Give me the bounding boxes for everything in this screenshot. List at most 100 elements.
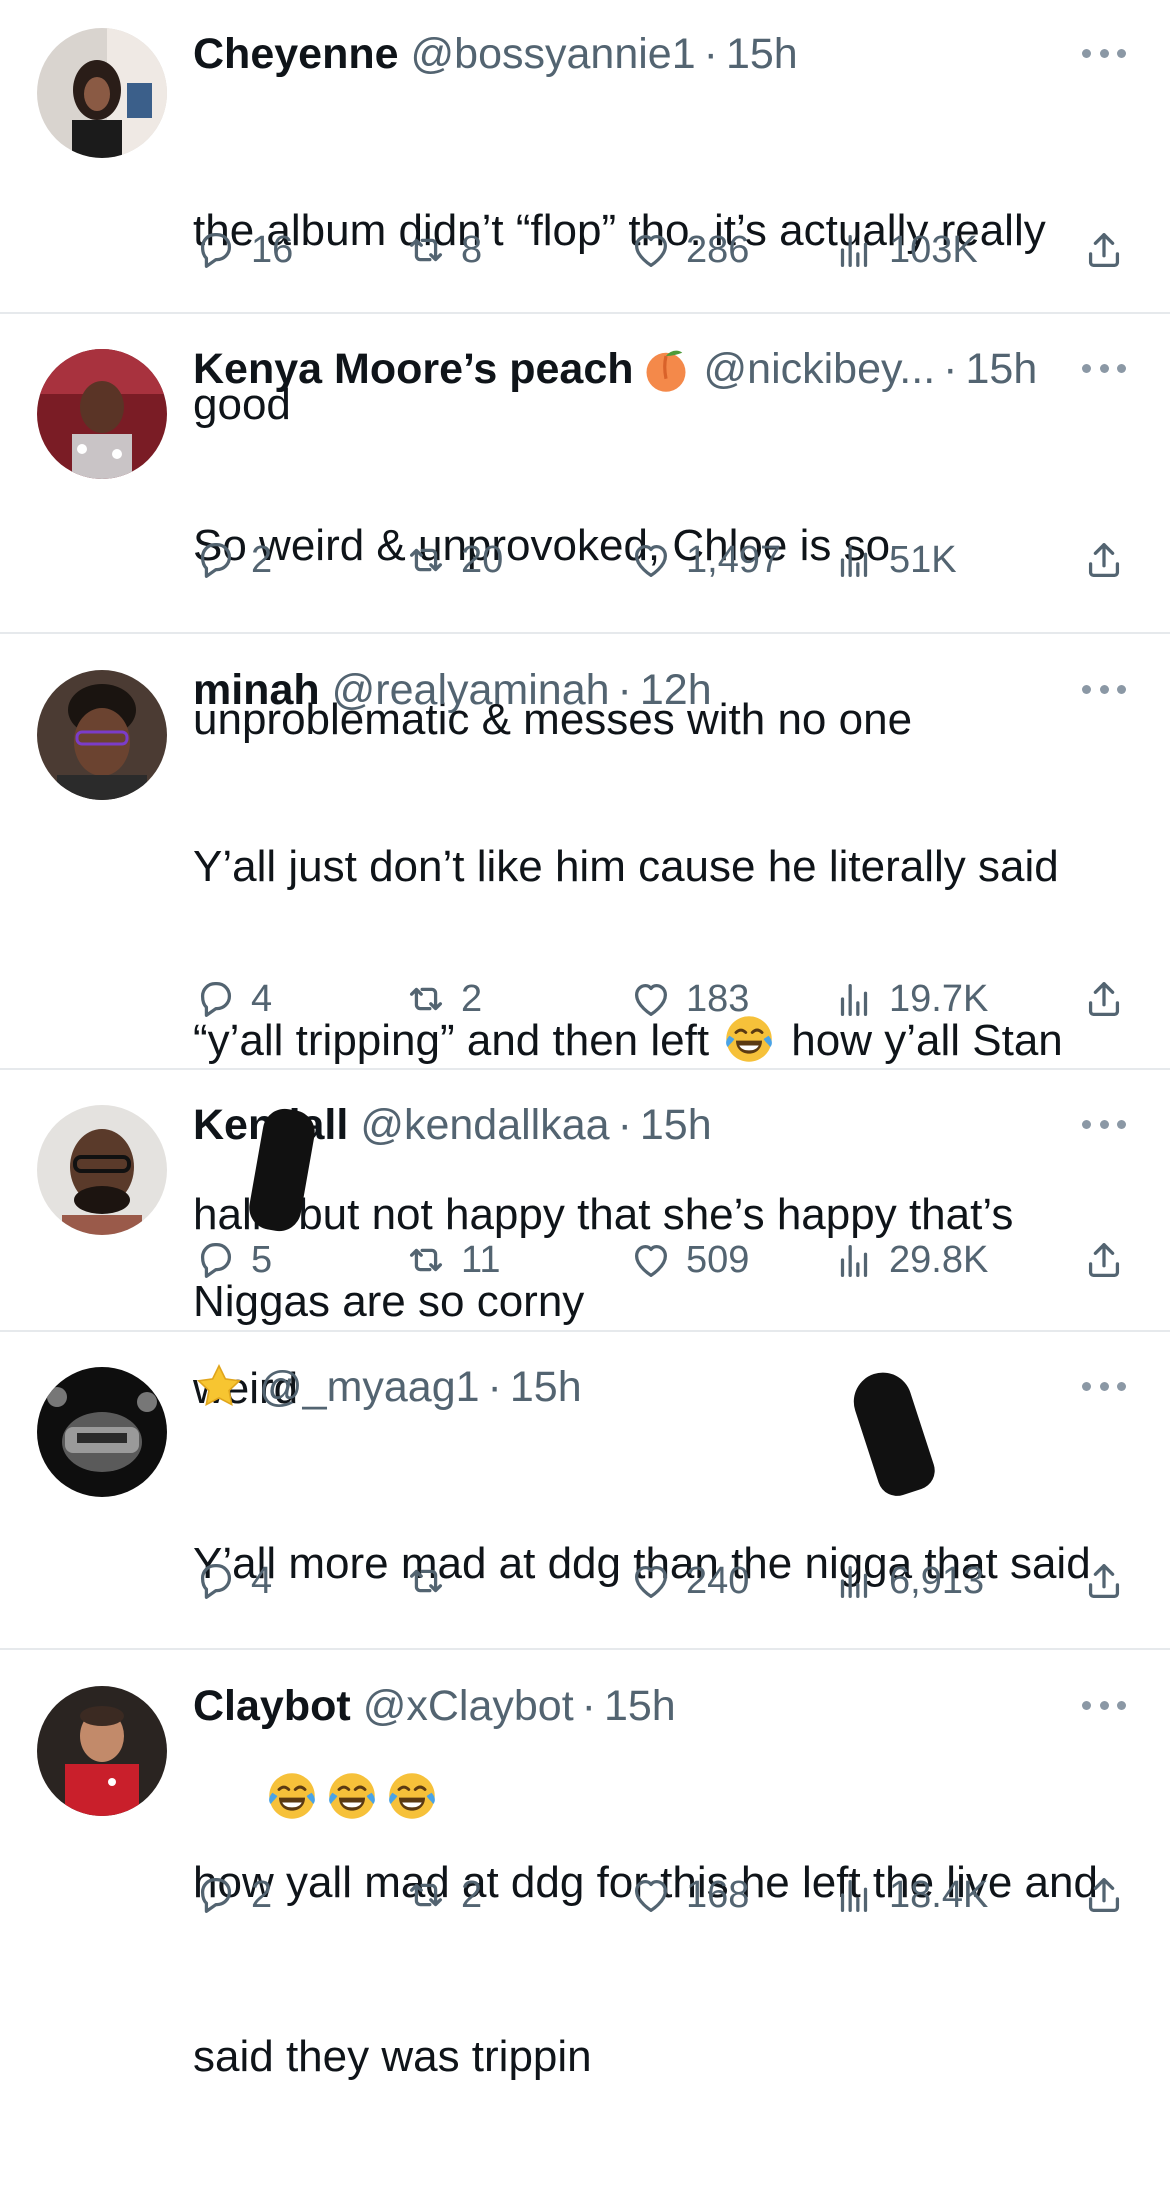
like-count: 286 [686, 228, 750, 271]
share-button[interactable] [1081, 969, 1139, 1029]
avatar[interactable] [37, 28, 167, 158]
more-icon[interactable] [1082, 682, 1126, 696]
retweet-count: 2 [461, 1873, 483, 1916]
views-button[interactable]: 6,913 [831, 1551, 984, 1611]
display-name[interactable]: Cheyenne [193, 28, 399, 80]
retweet-icon [403, 227, 449, 273]
retweet-icon [403, 1558, 449, 1604]
heart-icon [628, 976, 674, 1022]
tweet-actions: 2 20 1,497 51K [193, 530, 1133, 590]
separator-dot: · [487, 1363, 502, 1411]
share-icon [1081, 227, 1127, 273]
share-icon [1081, 976, 1127, 1022]
reply-button[interactable]: 16 [193, 220, 293, 280]
more-icon[interactable] [1082, 1698, 1126, 1712]
retweet-count: 11 [461, 1238, 501, 1281]
reply-button[interactable]: 2 [193, 530, 272, 590]
reply-count: 2 [251, 1873, 273, 1916]
tweet-actions: 16 8 286 103K [193, 220, 1133, 280]
view-count: 29.8K [889, 1238, 989, 1281]
reply-button[interactable]: 4 [193, 969, 272, 1029]
user-handle[interactable]: @nickibey... [704, 343, 936, 395]
more-icon[interactable] [1082, 1379, 1126, 1393]
retweet-button[interactable]: 11 [403, 1230, 500, 1290]
retweet-button[interactable]: 2 [403, 969, 482, 1029]
tweet-text-line: said they was trippin [193, 2032, 592, 2081]
display-name[interactable]: Kenya Moore’s peach [193, 343, 634, 395]
reply-button[interactable]: 5 [193, 1230, 272, 1290]
timestamp[interactable]: 12h [640, 664, 712, 716]
timestamp[interactable]: 15h [510, 1361, 582, 1413]
reply-button[interactable]: 4 [193, 1551, 272, 1611]
tweet-actions: 5 11 509 29.8K [193, 1230, 1133, 1290]
reply-icon [193, 976, 239, 1022]
reply-icon [193, 1237, 239, 1283]
retweet-button[interactable]: 2 [403, 1865, 482, 1925]
reply-icon [193, 1558, 239, 1604]
more-icon[interactable] [1082, 46, 1126, 60]
view-count: 19.7K [889, 977, 989, 1020]
timestamp[interactable]: 15h [965, 343, 1037, 395]
views-icon [831, 1558, 877, 1604]
retweet-button[interactable]: 8 [403, 220, 482, 280]
share-button[interactable] [1081, 530, 1139, 590]
timestamp[interactable]: 15h [640, 1099, 712, 1151]
reply-icon [193, 1872, 239, 1918]
avatar[interactable] [37, 1105, 167, 1235]
views-button[interactable]: 29.8K [831, 1230, 988, 1290]
views-button[interactable]: 18.4K [831, 1865, 988, 1925]
views-icon [831, 976, 877, 1022]
views-button[interactable]: 103K [831, 220, 978, 280]
avatar[interactable] [37, 1367, 167, 1497]
more-icon[interactable] [1082, 361, 1126, 375]
star-emoji-icon [193, 1361, 245, 1413]
peach-emoji-icon [640, 343, 692, 395]
avatar[interactable] [37, 1686, 167, 1816]
separator-dot: · [943, 345, 958, 393]
user-handle[interactable]: @realyaminah [332, 664, 610, 716]
share-button[interactable] [1081, 1865, 1139, 1925]
reply-count: 5 [251, 1238, 273, 1281]
retweet-button[interactable]: 20 [403, 530, 503, 590]
user-handle[interactable]: @xClaybot [363, 1680, 574, 1732]
display-name[interactable]: minah [193, 664, 320, 716]
view-count: 6,913 [889, 1559, 985, 1602]
share-button[interactable] [1081, 220, 1139, 280]
more-icon[interactable] [1082, 1117, 1126, 1131]
share-icon [1081, 1872, 1127, 1918]
views-button[interactable]: 19.7K [831, 969, 988, 1029]
like-count: 509 [686, 1238, 750, 1281]
views-button[interactable]: 51K [831, 530, 957, 590]
retweet-count: 2 [461, 977, 483, 1020]
avatar[interactable] [37, 349, 167, 479]
user-handle[interactable]: @kendallkaa [360, 1099, 609, 1151]
like-button[interactable]: 183 [628, 969, 749, 1029]
timestamp[interactable]: 15h [604, 1680, 676, 1732]
display-name[interactable]: Claybot [193, 1680, 351, 1732]
like-button[interactable]: 286 [628, 220, 749, 280]
user-handle[interactable]: @_myaag1 [259, 1361, 480, 1413]
tweet-actions: 4 2 183 19.7K [193, 969, 1133, 1029]
views-icon [831, 227, 877, 273]
retweet-button[interactable] [403, 1551, 461, 1611]
reply-count: 4 [251, 977, 273, 1020]
reply-button[interactable]: 2 [193, 1865, 272, 1925]
avatar[interactable] [37, 670, 167, 800]
heart-icon [628, 1872, 674, 1918]
like-button[interactable]: 240 [628, 1551, 749, 1611]
like-count: 183 [686, 977, 750, 1020]
tweet-text-line: Y’all just don’t like him cause he liter… [193, 842, 1059, 891]
like-button[interactable]: 1,497 [628, 530, 781, 590]
tweet-actions: 2 2 168 18.4K [193, 1865, 1133, 1925]
reply-icon [193, 537, 239, 583]
retweet-icon [403, 1872, 449, 1918]
share-icon [1081, 1558, 1127, 1604]
like-button[interactable]: 168 [628, 1865, 749, 1925]
like-count: 1,497 [686, 538, 782, 581]
share-button[interactable] [1081, 1551, 1139, 1611]
like-button[interactable]: 509 [628, 1230, 749, 1290]
user-handle[interactable]: @bossyannie1 [411, 28, 696, 80]
separator-dot: · [617, 1101, 632, 1149]
timestamp[interactable]: 15h [726, 28, 798, 80]
share-button[interactable] [1081, 1230, 1139, 1290]
